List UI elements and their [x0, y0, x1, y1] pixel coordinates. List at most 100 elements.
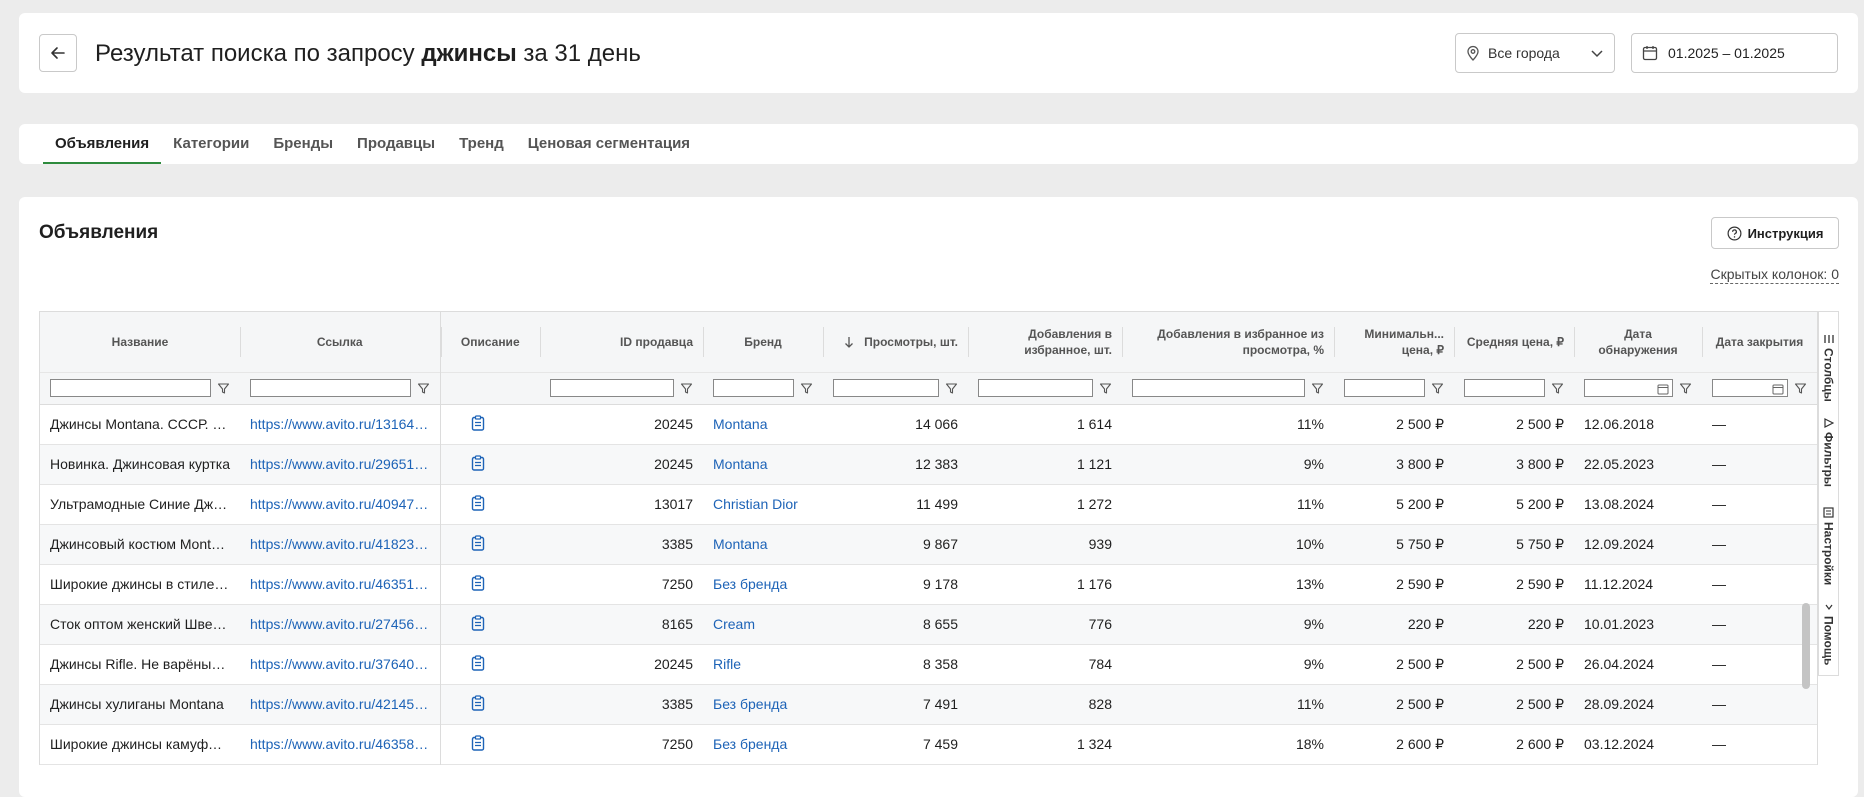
- cell-name: Джинсы Rifle. Не варёные СССР: [50, 656, 240, 672]
- cell-found-date: 12.06.2018: [1584, 416, 1655, 432]
- description-icon[interactable]: [471, 654, 485, 671]
- column-header-name[interactable]: Название: [40, 312, 240, 372]
- filter-icon[interactable]: [1099, 382, 1112, 395]
- filter-icon[interactable]: [1431, 382, 1444, 395]
- cell-found-date: 28.09.2024: [1584, 696, 1655, 712]
- filter-input-seller-id[interactable]: [550, 379, 674, 397]
- filter-icon[interactable]: [217, 382, 230, 395]
- cell-brand[interactable]: Cream: [703, 604, 823, 644]
- description-icon[interactable]: [471, 494, 485, 511]
- cell-min-price: 2 500 ₽: [1396, 695, 1444, 712]
- description-icon[interactable]: [471, 414, 485, 431]
- tab-ads[interactable]: Объявления: [43, 124, 162, 164]
- column-header-brand[interactable]: Бренд: [703, 312, 823, 372]
- column-header-link[interactable]: Ссылка: [240, 312, 441, 372]
- filter-icon[interactable]: [680, 382, 693, 395]
- table-row[interactable]: Джинсы хулиганы Montana https://www.avito…: [40, 684, 1817, 724]
- table-row[interactable]: Джинсовый костюм Montana https://www.avit…: [40, 524, 1817, 564]
- column-header-favorites-pct[interactable]: Добавления в избранное из просмотра, %: [1122, 312, 1334, 372]
- cell-link[interactable]: https://www.avito.ru/4635190284: [240, 564, 441, 604]
- table-scrollbar[interactable]: [1802, 603, 1810, 797]
- filter-input-views[interactable]: [833, 379, 939, 397]
- tab-categories[interactable]: Категории: [161, 124, 261, 164]
- filter-icon[interactable]: [1794, 382, 1807, 395]
- description-icon[interactable]: [471, 734, 485, 751]
- description-icon[interactable]: [471, 574, 485, 591]
- filter-icon[interactable]: [1679, 382, 1692, 395]
- scrollbar-thumb[interactable]: [1802, 603, 1810, 689]
- date-range-picker[interactable]: 01.2025 – 01.2025: [1631, 33, 1838, 73]
- cell-link[interactable]: https://www.avito.ru/2965148877: [240, 444, 441, 484]
- description-icon[interactable]: [471, 614, 485, 631]
- cell-link[interactable]: https://www.avito.ru/4635847712: [240, 724, 441, 764]
- cell-brand[interactable]: Montana: [703, 444, 823, 484]
- cell-brand[interactable]: Без бренда: [703, 724, 823, 764]
- cell-brand[interactable]: Montana: [703, 404, 823, 444]
- cell-min-price: 220 ₽: [1407, 615, 1444, 632]
- tab-brands[interactable]: Бренды: [261, 124, 345, 164]
- cell-brand[interactable]: Без бренда: [703, 684, 823, 724]
- filter-input-link[interactable]: [250, 379, 411, 397]
- cell-favorites-pct: 18%: [1295, 736, 1324, 752]
- filter-input-name[interactable]: [50, 379, 211, 397]
- cell-brand[interactable]: Без бренда: [703, 564, 823, 604]
- cell-link[interactable]: https://www.avito.ru/1316428857: [240, 404, 441, 444]
- filter-input-avg-price[interactable]: [1464, 379, 1545, 397]
- cell-link[interactable]: https://www.avito.ru/4182367729: [240, 524, 441, 564]
- tab-sellers[interactable]: Продавцы: [345, 124, 447, 164]
- filter-icon[interactable]: [800, 382, 813, 395]
- city-select[interactable]: Все города: [1455, 33, 1615, 73]
- description-icon[interactable]: [471, 534, 485, 551]
- back-button[interactable]: [39, 34, 77, 72]
- cell-link[interactable]: https://www.avito.ru/4094725510: [240, 484, 441, 524]
- sort-desc-icon[interactable]: [844, 336, 854, 348]
- filter-icon[interactable]: [945, 382, 958, 395]
- filter-input-closed-date[interactable]: [1712, 379, 1788, 397]
- table-row[interactable]: Джинсы Montana. СССР. Ори https://www.avi…: [40, 404, 1817, 444]
- side-tab-settings[interactable]: Настройки: [1819, 507, 1838, 585]
- description-icon[interactable]: [471, 454, 485, 471]
- column-header-avg-price[interactable]: Средняя цена, ₽: [1454, 312, 1574, 372]
- cell-description: [440, 724, 540, 764]
- cell-brand[interactable]: Rifle: [703, 644, 823, 684]
- hidden-columns-link[interactable]: Скрытых колонок: 0: [1710, 266, 1839, 284]
- side-tab-help[interactable]: Помощь: [1819, 602, 1838, 665]
- tab-trend[interactable]: Тренд: [447, 124, 516, 164]
- cell-brand[interactable]: Montana: [703, 524, 823, 564]
- filter-icon[interactable]: [1311, 382, 1324, 395]
- filter-input-found-date[interactable]: [1584, 379, 1673, 397]
- column-header-views[interactable]: Просмотры, шт.: [823, 312, 968, 372]
- table-row[interactable]: Новинка. Джинсовая куртка https://www.avi…: [40, 444, 1817, 484]
- cell-link[interactable]: https://www.avito.ru/4214583307: [240, 684, 441, 724]
- calendar-icon[interactable]: [1657, 382, 1669, 400]
- table-row[interactable]: Широкие джинсы камуфляж https://www.avito…: [40, 724, 1817, 764]
- side-tab-filters[interactable]: Фильтры: [1819, 418, 1838, 487]
- filter-icon[interactable]: [417, 382, 430, 395]
- column-header-favorites[interactable]: Добавления в избранное, шт.: [968, 312, 1122, 372]
- column-header-seller-id[interactable]: ID продавца: [540, 312, 703, 372]
- filter-input-min-price[interactable]: [1344, 379, 1425, 397]
- filter-input-favorites-pct[interactable]: [1132, 379, 1305, 397]
- column-header-min-price[interactable]: Минимальн... цена, ₽: [1334, 312, 1454, 372]
- cell-avg-price: 3 800 ₽: [1516, 455, 1564, 472]
- column-header-found-date[interactable]: Дата обнаружения: [1574, 312, 1702, 372]
- instruction-button[interactable]: Инструкция: [1711, 217, 1839, 249]
- cell-found-date: 11.12.2024: [1584, 576, 1654, 592]
- table-row[interactable]: Ультрамодные Синие Джинсы https://www.avi…: [40, 484, 1817, 524]
- table-row[interactable]: Джинсы Rifle. Не варёные СССРhttps://www…: [40, 644, 1817, 684]
- table-row[interactable]: Сток оптом женский Швеция https://www.avi…: [40, 604, 1817, 644]
- side-tab-columns[interactable]: Столбцы: [1819, 334, 1838, 402]
- filter-input-favorites[interactable]: [978, 379, 1093, 397]
- filter-input-brand[interactable]: [713, 379, 794, 397]
- cell-link[interactable]: https://www.avito.ru/3764021956: [240, 644, 441, 684]
- cell-brand[interactable]: Christian Dior: [703, 484, 823, 524]
- column-header-closed-date[interactable]: Дата закрытия: [1702, 312, 1817, 372]
- tab-price-segmentation[interactable]: Ценовая сегментация: [516, 124, 702, 164]
- description-icon[interactable]: [471, 694, 485, 711]
- calendar-icon[interactable]: [1772, 382, 1784, 400]
- column-header-description[interactable]: Описание: [440, 312, 540, 372]
- table-row[interactable]: Широкие джинсы в стиле Y2K https://www.av…: [40, 564, 1817, 604]
- columns-icon: [1823, 335, 1834, 343]
- cell-link[interactable]: https://www.avito.ru/2745603318: [240, 604, 441, 644]
- filter-icon[interactable]: [1551, 382, 1564, 395]
